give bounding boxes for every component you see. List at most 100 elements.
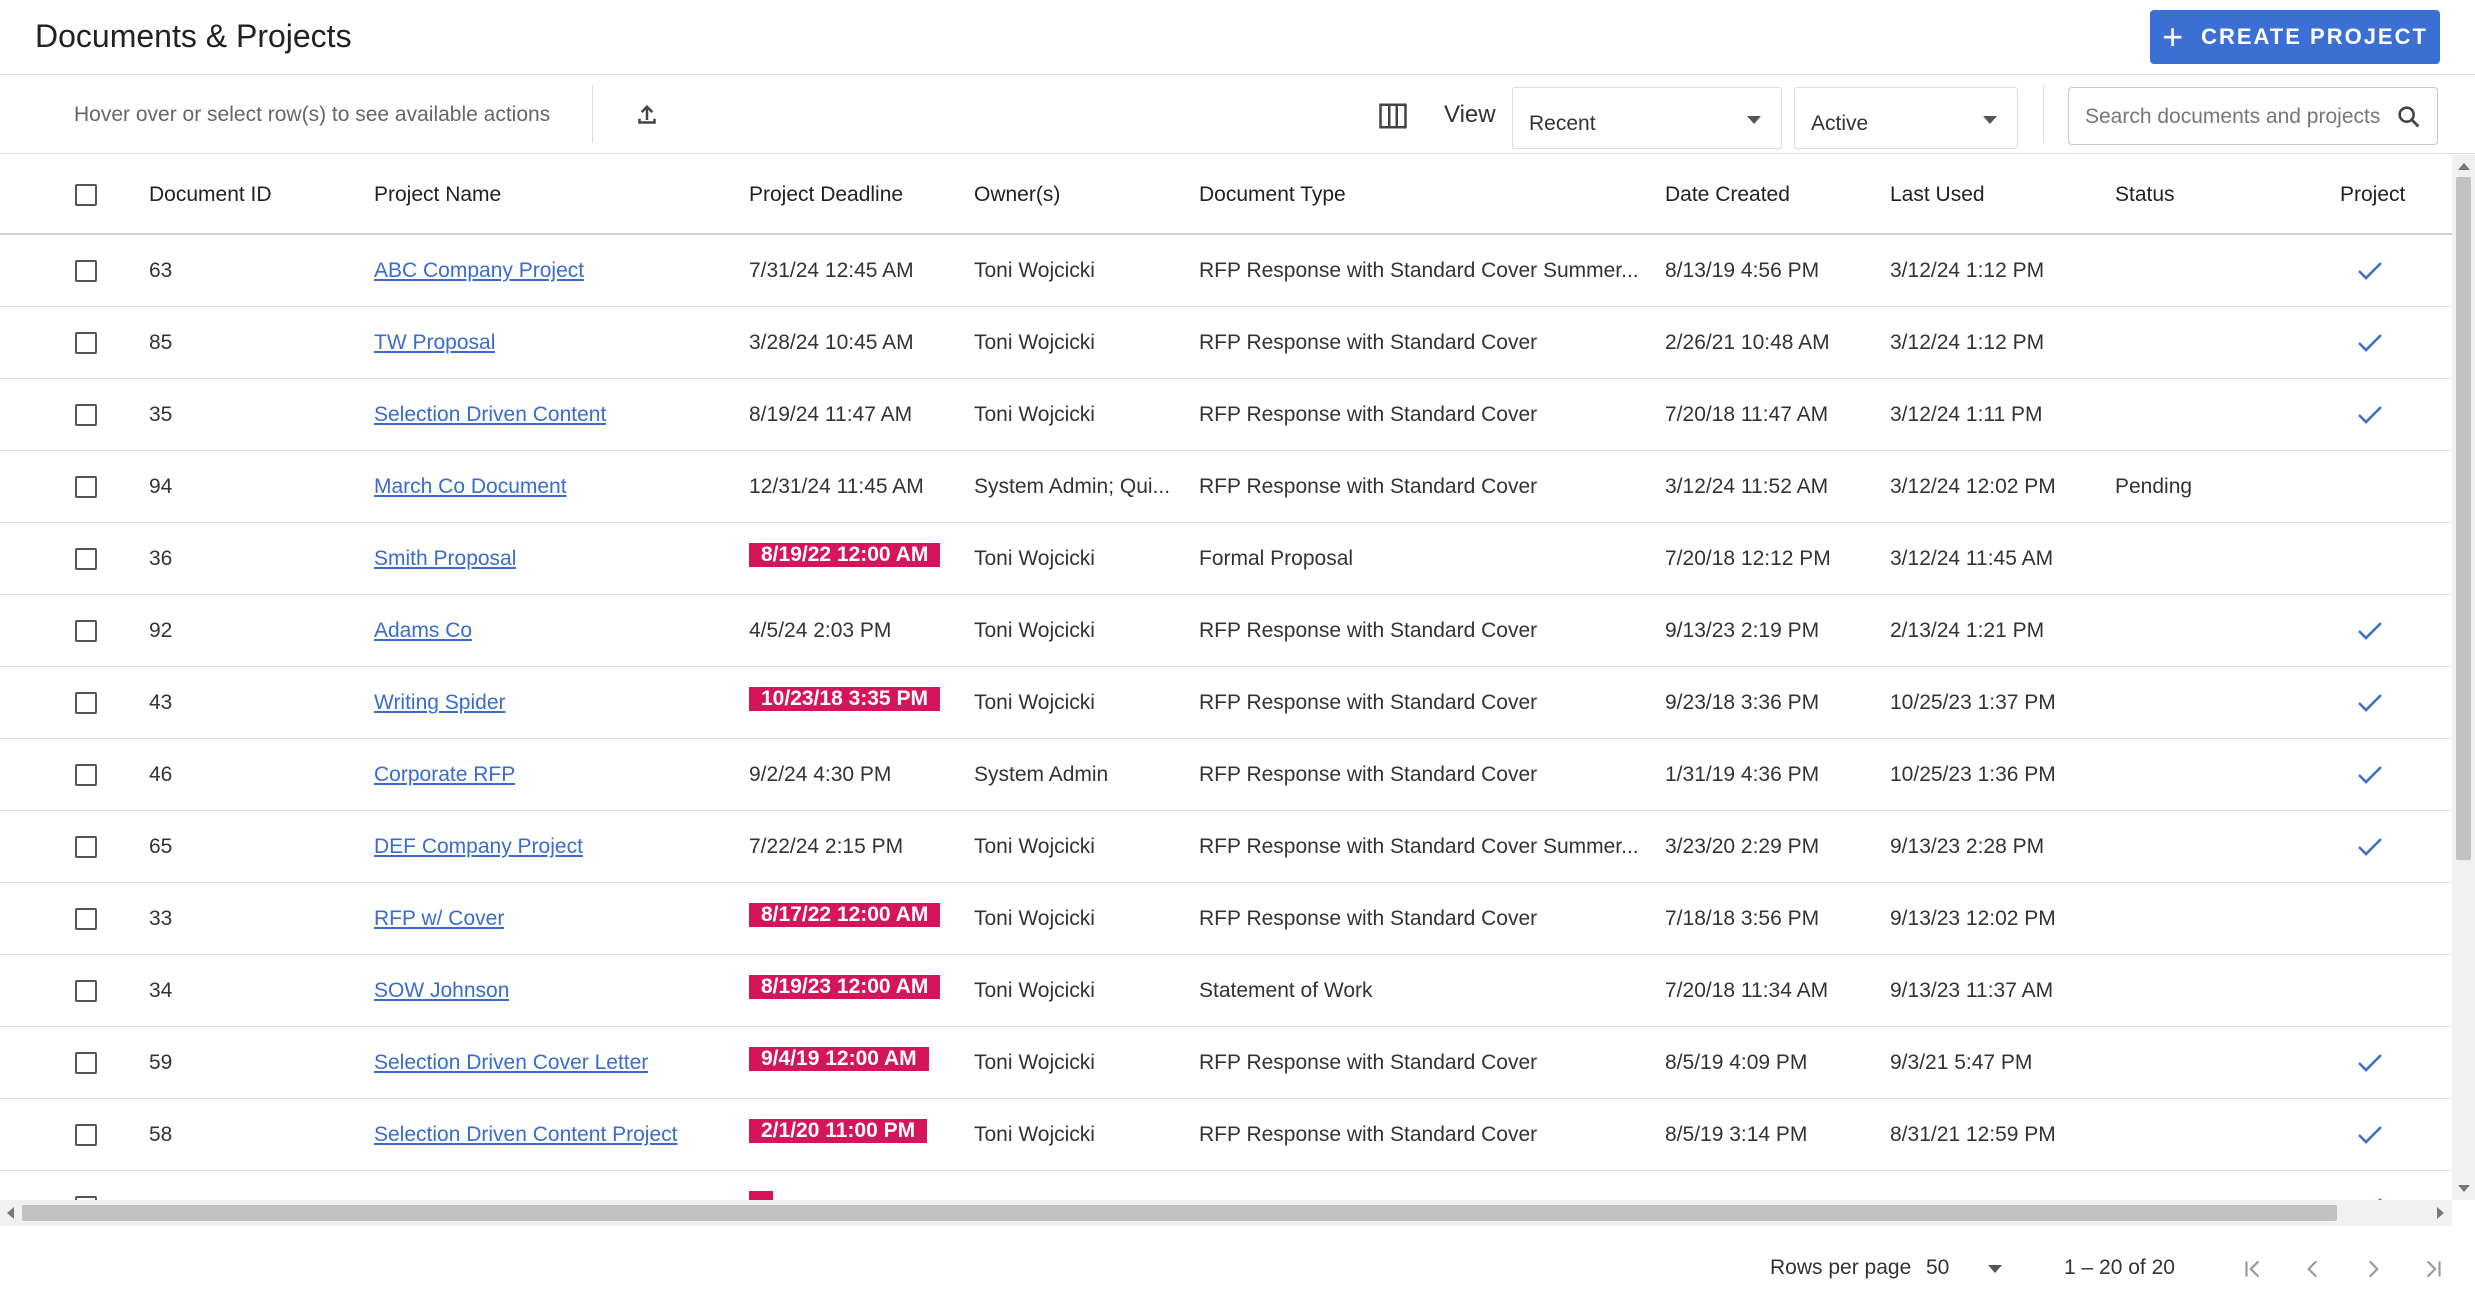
cell-last-used: 10/25/23 1:37 PM bbox=[1890, 691, 2056, 714]
column-header-project-deadline[interactable]: Project Deadline bbox=[749, 183, 903, 207]
next-page-icon[interactable] bbox=[2360, 1256, 2386, 1282]
column-header-document-id[interactable]: Document ID bbox=[149, 183, 272, 207]
view-select[interactable]: Recent bbox=[1512, 87, 1782, 149]
project-name-link[interactable]: Corporate RFP bbox=[374, 763, 515, 786]
table-row[interactable]: 58 Selection Driven Content Project 2/1/20… bbox=[0, 1099, 2452, 1171]
cell-project-deadline bbox=[749, 1191, 773, 1200]
toolbar: Hover over or select row(s) to see avail… bbox=[0, 75, 2475, 154]
row-checkbox[interactable] bbox=[75, 692, 97, 714]
table-row[interactable]: 33 RFP w/ Cover 8/17/22 12:00 AM Toni Wojci… bbox=[0, 883, 2452, 955]
project-name-link[interactable]: RFP w/ Cover bbox=[374, 907, 504, 930]
cell-last-used: 9/13/23 12:02 PM bbox=[1890, 907, 2056, 930]
table-row[interactable]: 36 Smith Proposal 8/19/22 12:00 AM Toni Woj… bbox=[0, 523, 2452, 595]
project-name-link[interactable]: DEF Company Project bbox=[374, 835, 583, 858]
row-checkbox[interactable] bbox=[75, 548, 97, 570]
cell-document-type: Formal Proposal bbox=[1199, 547, 1354, 570]
column-header-last-used[interactable]: Last Used bbox=[1890, 183, 1985, 207]
scroll-right-icon[interactable] bbox=[2437, 1207, 2444, 1219]
column-header-status[interactable]: Status bbox=[2115, 183, 2175, 207]
project-name-link[interactable]: Adams Co bbox=[374, 619, 472, 642]
row-checkbox[interactable] bbox=[75, 260, 97, 282]
row-checkbox[interactable] bbox=[75, 332, 97, 354]
row-checkbox[interactable] bbox=[75, 1052, 97, 1074]
row-checkbox[interactable] bbox=[75, 836, 97, 858]
previous-page-icon[interactable] bbox=[2300, 1256, 2326, 1282]
first-page-icon[interactable] bbox=[2240, 1256, 2266, 1282]
project-name-link[interactable]: Selection Driven Content bbox=[374, 403, 606, 426]
search-box[interactable] bbox=[2068, 87, 2438, 145]
table-row[interactable]: 92 Adams Co 4/5/24 2:03 PM Toni Wojcicki RFP… bbox=[0, 595, 2452, 667]
column-header-owners[interactable]: Owner(s) bbox=[974, 183, 1060, 207]
status-select-value: Active bbox=[1811, 112, 1869, 135]
scroll-up-icon[interactable] bbox=[2458, 163, 2470, 170]
table-row[interactable]: 59 Selection Driven Cover Letter 9/4/19 12… bbox=[0, 1027, 2452, 1099]
row-checkbox[interactable] bbox=[75, 476, 97, 498]
vertical-scrollbar[interactable] bbox=[2452, 155, 2475, 1200]
check-icon bbox=[2358, 766, 2382, 784]
chevron-down-icon[interactable] bbox=[1988, 1265, 2002, 1273]
cell-date-created: 9/13/23 2:19 PM bbox=[1665, 619, 1820, 642]
search-input[interactable] bbox=[2085, 102, 2385, 132]
scroll-down-icon[interactable] bbox=[2458, 1185, 2470, 1192]
column-header-document-type[interactable]: Document Type bbox=[1199, 183, 1346, 207]
project-name-link[interactable]: Selection Driven Content Project bbox=[374, 1123, 678, 1146]
table-row[interactable] bbox=[0, 1171, 2452, 1200]
cell-date-created: 7/20/18 11:47 AM bbox=[1665, 403, 1829, 426]
upload-icon[interactable] bbox=[632, 100, 662, 130]
columns-icon[interactable] bbox=[1378, 102, 1408, 130]
row-checkbox[interactable] bbox=[75, 980, 97, 1002]
table-row[interactable]: 65 DEF Company Project 7/22/24 2:15 PM Toni… bbox=[0, 811, 2452, 883]
check-icon bbox=[2358, 1054, 2382, 1072]
table-row[interactable]: 85 TW Proposal 3/28/24 10:45 AM Toni Wojcic… bbox=[0, 307, 2452, 379]
column-header-project-name[interactable]: Project Name bbox=[374, 183, 501, 207]
table-row[interactable]: 34 SOW Johnson 8/19/23 12:00 AM Toni Wojcic… bbox=[0, 955, 2452, 1027]
horizontal-scrollbar[interactable] bbox=[0, 1200, 2452, 1226]
last-page-icon[interactable] bbox=[2420, 1256, 2446, 1282]
table-row[interactable]: 63 ABC Company Project 7/31/24 12:45 AM Ton… bbox=[0, 235, 2452, 307]
cell-owners: Toni Wojcicki bbox=[974, 979, 1095, 1002]
project-name-link[interactable]: ABC Company Project bbox=[374, 259, 584, 282]
row-checkbox[interactable] bbox=[75, 764, 97, 786]
selection-hint: Hover over or select row(s) to see avail… bbox=[74, 103, 551, 126]
table-row[interactable]: 94 March Co Document 12/31/24 11:45 AM Syst… bbox=[0, 451, 2452, 523]
cell-document-type: RFP Response with Standard Cover bbox=[1199, 475, 1538, 498]
cell-last-used: 3/12/24 1:12 PM bbox=[1890, 331, 2045, 354]
project-name-link[interactable]: TW Proposal bbox=[374, 331, 495, 354]
cell-document-type: RFP Response with Standard Cover Summer.… bbox=[1199, 259, 1639, 282]
create-project-button[interactable]: + CREATE PROJECT bbox=[2150, 10, 2440, 64]
cell-document-id: 34 bbox=[149, 979, 173, 1002]
cell-owners: System Admin; Qui... bbox=[974, 475, 1171, 498]
row-checkbox[interactable] bbox=[75, 1124, 97, 1146]
project-name-link[interactable]: March Co Document bbox=[374, 475, 567, 498]
project-name-link[interactable]: Selection Driven Cover Letter bbox=[374, 1051, 648, 1074]
table-row[interactable]: 35 Selection Driven Content 8/19/24 11:47 … bbox=[0, 379, 2452, 451]
cell-document-type: Statement of Work bbox=[1199, 979, 1373, 1002]
cell-document-type: RFP Response with Standard Cover bbox=[1199, 1123, 1538, 1146]
cell-project-name: Adams Co bbox=[374, 619, 472, 643]
chevron-down-icon bbox=[1983, 116, 1997, 124]
scroll-left-icon[interactable] bbox=[7, 1207, 14, 1219]
project-name-link[interactable]: Writing Spider bbox=[374, 691, 506, 714]
row-checkbox[interactable] bbox=[75, 908, 97, 930]
select-all-checkbox[interactable] bbox=[75, 184, 97, 206]
cell-document-id: 94 bbox=[149, 475, 173, 498]
status-select[interactable]: Active bbox=[1794, 87, 2018, 149]
project-name-link[interactable]: Smith Proposal bbox=[374, 547, 516, 570]
horizontal-scroll-thumb[interactable] bbox=[22, 1205, 2337, 1221]
column-header-date-created[interactable]: Date Created bbox=[1665, 183, 1790, 207]
row-checkbox[interactable] bbox=[75, 620, 97, 642]
cell-project-deadline: 9/4/19 12:00 AM bbox=[749, 1047, 929, 1071]
cell-status: Pending bbox=[2115, 475, 2193, 498]
cell-last-used: 3/12/24 12:02 PM bbox=[1890, 475, 2056, 498]
overdue-deadline-badge: 10/23/18 3:35 PM bbox=[749, 687, 940, 711]
column-header-project[interactable]: Project bbox=[2340, 183, 2405, 207]
vertical-scroll-thumb[interactable] bbox=[2456, 177, 2471, 860]
search-icon[interactable] bbox=[2395, 103, 2423, 131]
table-row[interactable]: 46 Corporate RFP 9/2/24 4:30 PM System Admi… bbox=[0, 739, 2452, 811]
table-row[interactable]: 43 Writing Spider 10/23/18 3:35 PM Toni Woj… bbox=[0, 667, 2452, 739]
overdue-deadline-badge: 8/19/22 12:00 AM bbox=[749, 543, 941, 567]
project-name-link[interactable]: SOW Johnson bbox=[374, 979, 509, 1002]
cell-last-used: 3/12/24 1:11 PM bbox=[1890, 403, 2043, 426]
rows-per-page-select[interactable]: 50 bbox=[1926, 1256, 1949, 1280]
row-checkbox[interactable] bbox=[75, 404, 97, 426]
